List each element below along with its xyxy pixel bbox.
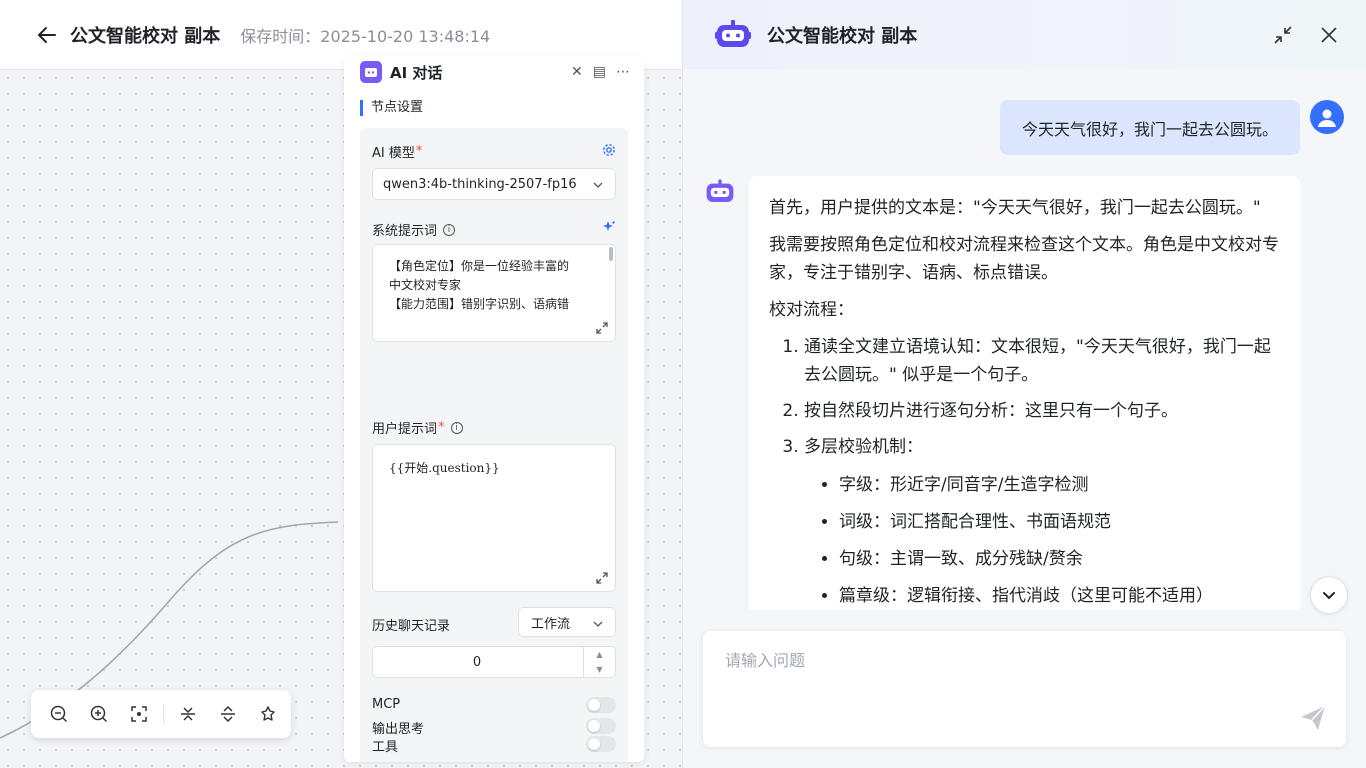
zoom-in-icon[interactable]	[89, 704, 109, 724]
robot-icon	[360, 61, 382, 83]
avatar	[1310, 100, 1344, 134]
user-prompt-textarea[interactable]: {{开始.question}}	[372, 444, 616, 592]
user-message: 今天天气很好，我门一起去公圆玩。	[999, 100, 1300, 155]
workflow-title: 公文智能校对 副本	[70, 25, 221, 47]
list-item: 字级：形近字/同音字/生造字检测	[839, 471, 1280, 499]
ai-model-label: AI 模型 *	[372, 144, 423, 161]
message-paragraph: 校对流程：	[769, 300, 854, 320]
chevron-down-icon[interactable]: ▼	[596, 665, 602, 674]
list-item: 词级：词汇搭配合理性、书面语规范	[839, 508, 1280, 536]
chevron-down-icon	[1323, 592, 1335, 600]
close-icon[interactable]	[1317, 23, 1341, 47]
node-title: AI 对话	[390, 63, 443, 82]
chat-header: 公文智能校对 副本	[683, 0, 1366, 69]
output-thinking-toggle[interactable]	[586, 718, 616, 734]
node-header: AI 对话 ✕ ▤ ⋯	[360, 60, 630, 84]
history-select[interactable]: 工作流	[518, 607, 616, 637]
message-paragraph: 首先，用户提供的文本是："今天天气很好，我门一起去公圆玩。"	[769, 198, 1261, 218]
tools-label: 工具	[372, 740, 399, 755]
chat-panel: 公文智能校对 副本 今天天气很好，我门一起去公圆玩。 首先，用户提供的文本是："…	[682, 0, 1366, 768]
scroll-to-bottom-button[interactable]	[1310, 576, 1348, 614]
chevron-down-icon	[593, 182, 603, 188]
sparkle-icon[interactable]	[602, 219, 616, 233]
ai-chat-node-panel: AI 对话 ✕ ▤ ⋯ 节点设置 AI 模型 * qwen3:4b-thinkin…	[344, 56, 644, 762]
section-node-settings: 节点设置	[360, 100, 423, 116]
bot-message: 首先，用户提供的文本是："今天天气很好，我门一起去公圆玩。" 我需要按照角色定位…	[749, 176, 1300, 610]
list-item: 按自然段切片进行逐句分析：这里只有一个句子。	[804, 397, 1280, 425]
save-time: 保存时间：2025-10-20 13:48:14	[240, 26, 491, 46]
list-item: 通读全文建立语境认知：文本很短，"今天天气很好，我门一起去公圆玩。" 似乎是一个…	[804, 333, 1280, 389]
fit-view-icon[interactable]	[129, 704, 149, 724]
align-vertical-icon[interactable]	[178, 704, 198, 724]
copy-icon[interactable]: ▤	[593, 64, 606, 80]
canvas-toolbar	[31, 690, 291, 738]
send-icon[interactable]	[1298, 703, 1328, 733]
mcp-label: MCP	[372, 697, 401, 712]
align-center-icon[interactable]	[218, 704, 238, 724]
chat-input-box[interactable]	[703, 631, 1346, 747]
expand-icon[interactable]	[595, 571, 609, 585]
info-icon: i	[450, 421, 463, 434]
robot-icon	[715, 19, 751, 47]
gear-icon[interactable]	[602, 142, 616, 156]
zoom-out-icon[interactable]	[49, 704, 69, 724]
tools-toggle[interactable]	[586, 736, 616, 752]
scrollbar[interactable]	[609, 247, 613, 261]
output-thinking-label: 输出思考	[372, 722, 425, 737]
system-prompt-textarea[interactable]: 【角色定位】你是一位经验丰富的 中文校对专家 【能力范围】错别字识别、语病错	[372, 244, 616, 342]
message-paragraph: 我需要按照角色定位和校对流程来检查这个文本。角色是中文校对专家，专注于错别字、语…	[769, 235, 1279, 283]
pin-icon[interactable]	[258, 704, 278, 724]
list-item: 句级：主谓一致、成分残缺/赘余	[839, 545, 1280, 573]
list-item: 多层校验机制： 字级：形近字/同音字/生造字检测 词级：词汇搭配合理性、书面语规…	[804, 433, 1280, 610]
question-input[interactable]	[725, 651, 1324, 670]
number-stepper[interactable]: ▲ ▼	[583, 647, 615, 677]
system-prompt-label: 系统提示词 i	[372, 220, 456, 239]
toolbar-divider	[163, 705, 164, 723]
back-arrow-icon[interactable]	[36, 24, 58, 46]
checks-list: 字级：形近字/同音字/生造字检测 词级：词汇搭配合理性、书面语规范 句级：主谓一…	[804, 471, 1280, 610]
history-count-input[interactable]: 0 ▲ ▼	[372, 646, 616, 678]
list-item: 篇章级：逻辑衔接、指代消歧（这里可能不适用）	[839, 582, 1280, 610]
collapse-icon[interactable]: ✕	[571, 64, 583, 80]
chevron-up-icon[interactable]: ▲	[596, 650, 602, 659]
steps-list: 通读全文建立语境认知：文本很短，"今天天气很好，我门一起去公圆玩。" 似乎是一个…	[769, 333, 1280, 610]
node-settings: AI 模型 * qwen3:4b-thinking-2507-fp16 系统提示词…	[360, 128, 628, 762]
expand-icon[interactable]	[595, 321, 609, 335]
ai-model-select[interactable]: qwen3:4b-thinking-2507-fp16	[372, 168, 616, 200]
robot-icon	[706, 179, 734, 202]
mcp-toggle[interactable]	[586, 697, 616, 713]
minimize-icon[interactable]	[1271, 23, 1295, 47]
info-icon: i	[443, 223, 456, 236]
chat-title: 公文智能校对 副本	[767, 25, 918, 47]
chevron-down-icon	[593, 621, 603, 627]
history-label: 历史聊天记录	[372, 619, 451, 634]
more-icon[interactable]: ⋯	[616, 64, 630, 80]
user-prompt-label: 用户提示词 * i	[372, 418, 463, 437]
